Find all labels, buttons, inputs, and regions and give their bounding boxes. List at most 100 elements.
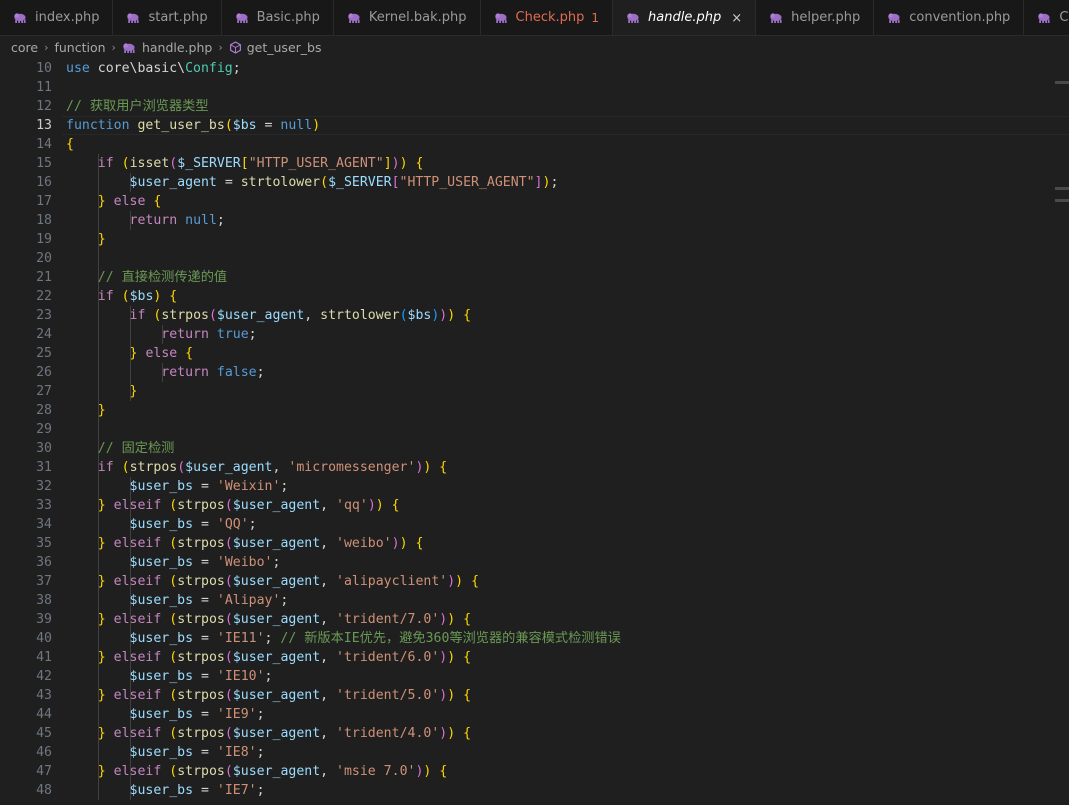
code-text: // 固定检测 xyxy=(97,441,175,456)
line-number: 29 xyxy=(36,422,52,437)
code-text: } elseif (strpos($user_agent, 'trident/4… xyxy=(97,726,472,741)
code-line[interactable]: 23 if (strpos($user_agent, strtolower($b… xyxy=(0,306,1069,325)
code-line[interactable]: 24 return true; xyxy=(0,325,1069,344)
line-number: 37 xyxy=(36,574,52,589)
editor-tab-start-php[interactable]: start.php xyxy=(113,0,222,35)
code-line[interactable]: 37 } elseif (strpos($user_agent, 'alipay… xyxy=(0,572,1069,591)
php-elephant-icon xyxy=(347,12,362,24)
code-line[interactable]: 25 } else { xyxy=(0,344,1069,363)
editor-tab-check-php[interactable]: Check.php 1 xyxy=(480,0,614,35)
line-number: 41 xyxy=(36,650,52,665)
code-text: { xyxy=(66,137,74,152)
code-text: } xyxy=(97,232,106,247)
code-text: } xyxy=(97,403,106,418)
code-line[interactable]: 36 $user_bs = 'Weibo'; xyxy=(0,553,1069,572)
code-line[interactable]: 31 if (strpos($user_agent, 'micromesseng… xyxy=(0,458,1069,477)
code-line[interactable]: 13 function get_user_bs($bs = null) xyxy=(0,116,1069,135)
code-line[interactable]: 34 $user_bs = 'QQ'; xyxy=(0,515,1069,534)
breadcrumb-item-core[interactable]: core xyxy=(11,40,38,55)
code-text: $user_bs = 'IE10'; xyxy=(129,669,273,684)
code-line[interactable]: 47 } elseif (strpos($user_agent, 'msie 7… xyxy=(0,762,1069,781)
code-line[interactable]: 16 $user_agent = strtolower($_SERVER["HT… xyxy=(0,173,1069,192)
editor-tab-basic-php[interactable]: Basic.php xyxy=(221,0,334,35)
editor-tab-bar[interactable]: index.php start.php Basic.php Kernel.bak.ph… xyxy=(0,0,1069,36)
code-line[interactable]: 40 $user_bs = 'IE11'; // 新版本IE优先，避免360等浏… xyxy=(0,629,1069,648)
breadcrumb-label: core xyxy=(11,40,39,55)
code-line[interactable]: 29 xyxy=(0,420,1069,439)
code-line[interactable]: 38 $user_bs = 'Alipay'; xyxy=(0,591,1069,610)
code-line[interactable]: 22 if ($bs) { xyxy=(0,287,1069,306)
code-line[interactable]: 10 use core\basic\Config; xyxy=(0,59,1069,78)
line-number: 31 xyxy=(36,460,52,475)
code-line[interactable]: 20 xyxy=(0,249,1069,268)
code-line[interactable]: 42 $user_bs = 'IE10'; xyxy=(0,667,1069,686)
code-line[interactable]: 15 if (isset($_SERVER["HTTP_USER_AGENT"]… xyxy=(0,154,1069,173)
code-text: // 直接检测传递的值 xyxy=(97,270,228,285)
line-number: 44 xyxy=(36,707,52,722)
line-number: 48 xyxy=(36,783,52,798)
breadcrumb-item-handle-php[interactable]: handle.php xyxy=(122,40,212,55)
breadcrumb[interactable]: core › function › handle.php › get_user_bs xyxy=(0,36,1069,59)
code-line[interactable]: 41 } elseif (strpos($user_agent, 'triden… xyxy=(0,648,1069,667)
editor-tab-convention-php[interactable]: convention.php xyxy=(874,0,1025,35)
code-editor[interactable]: 10 use core\basic\Config; 11 12 // 获取用户浏览器类型… xyxy=(0,59,1069,805)
code-text: } elseif (strpos($user_agent, 'msie 7.0'… xyxy=(97,764,448,779)
line-number: 47 xyxy=(36,764,52,779)
editor-tab-handle-php[interactable]: handle.php × xyxy=(613,0,757,35)
line-number: 25 xyxy=(36,346,52,361)
code-text: return false; xyxy=(161,365,265,380)
line-number: 14 xyxy=(36,137,52,152)
code-line[interactable]: 27 } xyxy=(0,382,1069,401)
php-elephant-icon xyxy=(1037,12,1052,24)
code-line[interactable]: 19 } xyxy=(0,230,1069,249)
editor-tab-index-php[interactable]: index.php xyxy=(0,0,114,35)
editor-tab-helper-php[interactable]: helper.php xyxy=(756,0,875,35)
code-line[interactable]: 18 return null; xyxy=(0,211,1069,230)
code-text: } elseif (strpos($user_agent, 'qq')) { xyxy=(97,498,400,513)
editor-tab-kernel-bak-php[interactable]: Kernel.bak.php xyxy=(333,0,481,35)
line-number: 23 xyxy=(36,308,52,323)
code-text: } elseif (strpos($user_agent, 'alipaycli… xyxy=(97,574,480,589)
breadcrumb-label: get_user_bs xyxy=(246,40,322,55)
tab-label: handle.php xyxy=(648,10,722,25)
code-line[interactable]: 46 $user_bs = 'IE8'; xyxy=(0,743,1069,762)
code-line[interactable]: 30 // 固定检测 xyxy=(0,439,1069,458)
code-line[interactable]: 44 $user_bs = 'IE9'; xyxy=(0,705,1069,724)
line-number: 15 xyxy=(36,156,52,171)
breadcrumb-label: function xyxy=(54,40,106,55)
code-line[interactable]: 48 $user_bs = 'IE7'; xyxy=(0,781,1069,800)
code-line[interactable]: 28 } xyxy=(0,401,1069,420)
code-line[interactable]: 11 xyxy=(0,78,1069,97)
php-elephant-icon xyxy=(494,12,509,24)
line-number: 33 xyxy=(36,498,52,513)
line-number: 17 xyxy=(36,194,52,209)
code-line[interactable]: 39 } elseif (strpos($user_agent, 'triden… xyxy=(0,610,1069,629)
code-line[interactable]: 35 } elseif (strpos($user_agent, 'weibo'… xyxy=(0,534,1069,553)
code-line[interactable]: 43 } elseif (strpos($user_agent, 'triden… xyxy=(0,686,1069,705)
breadcrumb-separator: › xyxy=(44,41,49,54)
line-number: 28 xyxy=(36,403,52,418)
code-lines[interactable]: 10 use core\basic\Config; 11 12 // 获取用户浏览器类型… xyxy=(0,59,1069,800)
code-text: $user_bs = 'Weibo'; xyxy=(129,555,281,570)
line-number: 45 xyxy=(36,726,52,741)
code-line[interactable]: 45 } elseif (strpos($user_agent, 'triden… xyxy=(0,724,1069,743)
line-number: 32 xyxy=(36,479,52,494)
line-number: 36 xyxy=(36,555,52,570)
breadcrumb-item-get_user_bs[interactable]: get_user_bs xyxy=(229,40,322,55)
close-icon[interactable]: × xyxy=(731,12,742,25)
line-number: 19 xyxy=(36,232,52,247)
code-line[interactable]: 26 return false; xyxy=(0,363,1069,382)
code-line[interactable]: 21 // 直接检测传递的值 xyxy=(0,268,1069,287)
line-number: 39 xyxy=(36,612,52,627)
code-line[interactable]: 14 { xyxy=(0,135,1069,154)
line-number: 43 xyxy=(36,688,52,703)
editor-tab-c[interactable]: C xyxy=(1024,0,1069,35)
line-number: 38 xyxy=(36,593,52,608)
code-line[interactable]: 17 } else { xyxy=(0,192,1069,211)
code-line[interactable]: 12 // 获取用户浏览器类型 xyxy=(0,97,1069,116)
code-line[interactable]: 33 } elseif (strpos($user_agent, 'qq')) … xyxy=(0,496,1069,515)
php-elephant-icon xyxy=(235,12,250,24)
line-number: 42 xyxy=(36,669,52,684)
code-line[interactable]: 32 $user_bs = 'Weixin'; xyxy=(0,477,1069,496)
breadcrumb-item-function[interactable]: function xyxy=(54,40,105,55)
